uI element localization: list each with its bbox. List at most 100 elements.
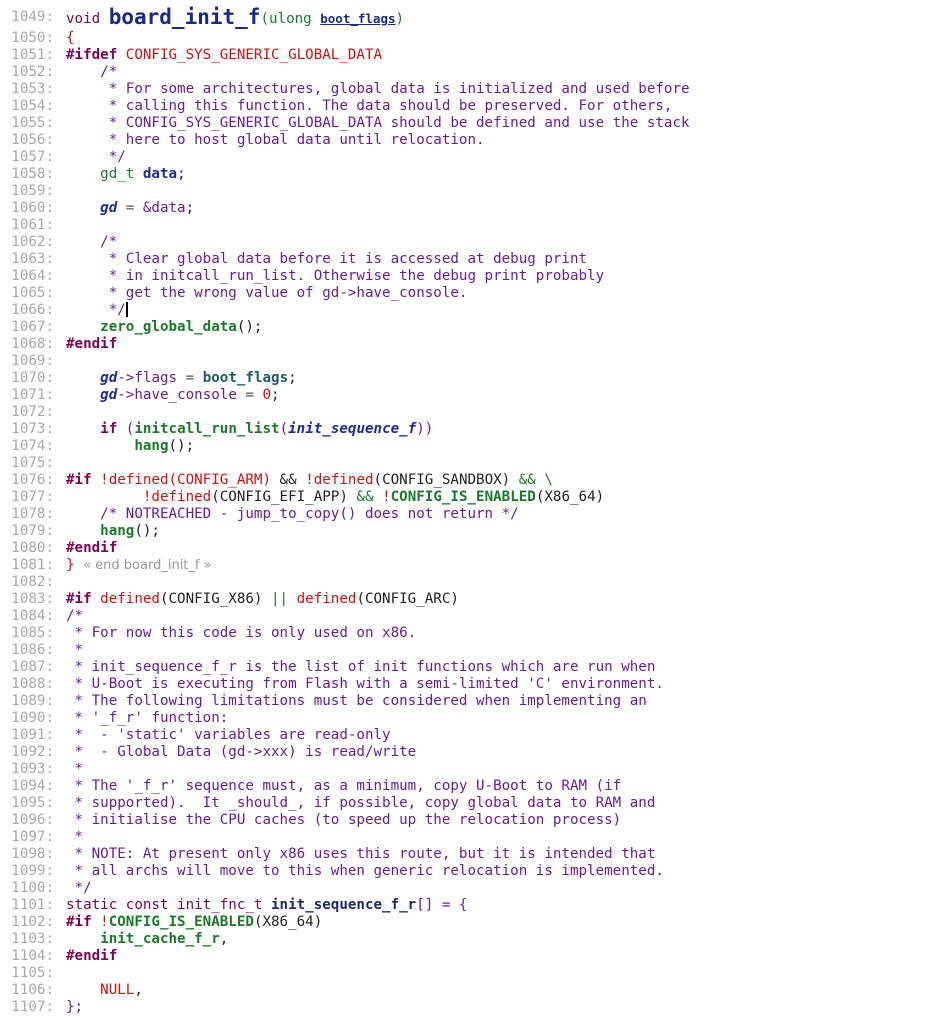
code-text[interactable]: static const init_fnc_t init_sequence_f_… bbox=[66, 897, 467, 914]
code-text[interactable]: zero_global_data(); bbox=[66, 319, 262, 336]
comment-text[interactable]: /* bbox=[66, 608, 83, 625]
code-line[interactable]: 1064: * in initcall_run_list. Otherwise … bbox=[0, 268, 929, 285]
code-line[interactable]: 1069: bbox=[0, 353, 929, 370]
comment-text[interactable]: /* bbox=[66, 234, 117, 251]
code-text[interactable]: #if !CONFIG_IS_ENABLED(X86_64) bbox=[66, 914, 322, 931]
comment-text[interactable]: */ bbox=[66, 149, 126, 166]
code-line[interactable]: 1058: gd_t data; bbox=[0, 166, 929, 183]
comment-text[interactable]: * - Global Data (gd->xxx) is read/write bbox=[66, 744, 417, 761]
comment-text[interactable]: * NOTE: At present only x86 uses this ro… bbox=[66, 846, 656, 863]
comment-text[interactable]: * here to host global data until relocat… bbox=[66, 132, 485, 149]
comment-text[interactable]: * The following limitations must be cons… bbox=[66, 693, 647, 710]
comment-text[interactable]: * CONFIG_SYS_GENERIC_GLOBAL_DATA should … bbox=[66, 115, 690, 132]
comment-text[interactable]: * supported). It _should_, if possible, … bbox=[66, 795, 656, 812]
code-line[interactable]: 1104: #endif bbox=[0, 948, 929, 965]
code-line[interactable]: 1061: bbox=[0, 217, 929, 234]
code-text[interactable]: gd->flags = boot_flags; bbox=[66, 370, 297, 387]
code-text[interactable]: #endif bbox=[66, 336, 117, 353]
code-text[interactable]: #if defined(CONFIG_X86) || defined(CONFI… bbox=[66, 591, 459, 608]
code-line[interactable]: 1066: */ bbox=[0, 302, 929, 319]
code-text[interactable]: #if !defined(CONFIG_ARM) && !defined(CON… bbox=[66, 472, 553, 489]
code-line[interactable]: 1055: * CONFIG_SYS_GENERIC_GLOBAL_DATA s… bbox=[0, 115, 929, 132]
code-line[interactable]: 1062: /* bbox=[0, 234, 929, 251]
code-line[interactable]: 1075: bbox=[0, 455, 929, 472]
comment-text[interactable]: * bbox=[66, 642, 84, 659]
code-line[interactable]: 1089: * The following limitations must b… bbox=[0, 693, 929, 710]
code-line[interactable]: 1063: * Clear global data before it is a… bbox=[0, 251, 929, 268]
comment-text[interactable]: * bbox=[66, 829, 84, 846]
code-line[interactable]: 1071: gd->have_console = 0; bbox=[0, 387, 929, 404]
comment-text[interactable]: * For some architectures, global data is… bbox=[66, 81, 690, 98]
comment-text[interactable]: * all archs will move to this when gener… bbox=[66, 863, 664, 880]
code-line[interactable]: 1081: } « end board_init_f » bbox=[0, 557, 929, 574]
code-line[interactable]: 1072: bbox=[0, 404, 929, 421]
parameter-name[interactable]: boot_flags bbox=[320, 11, 395, 26]
code-line[interactable]: 1096: * initialise the CPU caches (to sp… bbox=[0, 812, 929, 829]
code-text[interactable]: NULL, bbox=[66, 982, 143, 999]
code-text[interactable]: if (initcall_run_list(init_sequence_f)) bbox=[66, 421, 433, 438]
code-line[interactable]: 1086: * bbox=[0, 642, 929, 659]
code-line[interactable]: 1068: #endif bbox=[0, 336, 929, 353]
code-text[interactable]: gd = &data; bbox=[66, 200, 194, 217]
comment-text[interactable]: /* bbox=[66, 64, 117, 81]
code-line[interactable]: 1107: }; bbox=[0, 999, 929, 1016]
comment-text[interactable]: * The '_f_r' sequence must, as a minimum… bbox=[66, 778, 622, 795]
comment-text[interactable]: */ bbox=[66, 880, 92, 897]
code-line[interactable]: 1052: /* bbox=[0, 64, 929, 81]
code-line[interactable]: 1080: #endif bbox=[0, 540, 929, 557]
comment-text[interactable]: * U-Boot is executing from Flash with a … bbox=[66, 676, 664, 693]
code-line[interactable]: 1090: * '_f_r' function: bbox=[0, 710, 929, 727]
code-line[interactable]: 1059: bbox=[0, 183, 929, 200]
code-line[interactable]: 1053: * For some architectures, global d… bbox=[0, 81, 929, 98]
code-line[interactable]: 1092: * - Global Data (gd->xxx) is read/… bbox=[0, 744, 929, 761]
code-text[interactable]: #endif bbox=[66, 948, 117, 965]
comment-text[interactable]: * in initcall_run_list. Otherwise the de… bbox=[66, 268, 604, 285]
function-name[interactable]: board_init_f bbox=[109, 5, 261, 29]
code-text[interactable]: init_cache_f_r, bbox=[66, 931, 228, 948]
comment-text[interactable]: * get the wrong value of gd->have_consol… bbox=[66, 285, 468, 302]
code-line[interactable]: 1051: #ifdef CONFIG_SYS_GENERIC_GLOBAL_D… bbox=[0, 47, 929, 64]
code-line[interactable]: 1095: * supported). It _should_, if poss… bbox=[0, 795, 929, 812]
comment-text[interactable]: * - 'static' variables are read-only bbox=[66, 727, 391, 744]
code-line[interactable]: 1049: void board_init_f(ulong boot_flags… bbox=[0, 5, 929, 29]
code-line[interactable]: 1076: #if !defined(CONFIG_ARM) && !defin… bbox=[0, 472, 929, 489]
code-line[interactable]: 1098: * NOTE: At present only x86 uses t… bbox=[0, 846, 929, 863]
code-text[interactable]: void board_init_f(ulong boot_flags) bbox=[66, 5, 404, 31]
code-line[interactable]: 1100: */ bbox=[0, 880, 929, 897]
code-line[interactable]: 1077: !defined(CONFIG_EFI_APP) && !CONFI… bbox=[0, 489, 929, 506]
fold-marker[interactable]: « end board_init_f » bbox=[83, 558, 211, 573]
code-line[interactable]: 1079: hang(); bbox=[0, 523, 929, 540]
code-line[interactable]: 1057: */ bbox=[0, 149, 929, 166]
code-line[interactable]: 1078: /* NOTREACHED - jump_to_copy() doe… bbox=[0, 506, 929, 523]
code-line[interactable]: 1050: { bbox=[0, 30, 929, 47]
code-line[interactable]: 1093: * bbox=[0, 761, 929, 778]
code-text[interactable]: gd->have_console = 0; bbox=[66, 387, 279, 404]
code-line[interactable]: 1101: static const init_fnc_t init_seque… bbox=[0, 897, 929, 914]
comment-text[interactable]: * bbox=[66, 761, 84, 778]
code-line[interactable]: 1097: * bbox=[0, 829, 929, 846]
code-text[interactable]: #ifdef CONFIG_SYS_GENERIC_GLOBAL_DATA bbox=[66, 47, 382, 64]
comment-text[interactable]: * Clear global data before it is accesse… bbox=[66, 251, 587, 268]
comment-text[interactable]: * '_f_r' function: bbox=[66, 710, 229, 727]
code-line[interactable]: 1094: * The '_f_r' sequence must, as a m… bbox=[0, 778, 929, 795]
code-line[interactable]: 1105: bbox=[0, 965, 929, 982]
code-line[interactable]: 1103: init_cache_f_r, bbox=[0, 931, 929, 948]
code-line[interactable]: 1099: * all archs will move to this when… bbox=[0, 863, 929, 880]
code-text[interactable]: } « end board_init_f » bbox=[66, 557, 212, 574]
code-text[interactable]: { bbox=[66, 30, 75, 47]
code-line[interactable]: 1088: * U-Boot is executing from Flash w… bbox=[0, 676, 929, 693]
comment-text[interactable]: * initialise the CPU caches (to speed up… bbox=[66, 812, 622, 829]
code-line[interactable]: 1073: if (initcall_run_list(init_sequenc… bbox=[0, 421, 929, 438]
code-line[interactable]: 1054: * calling this function. The data … bbox=[0, 98, 929, 115]
code-line[interactable]: 1083: #if defined(CONFIG_X86) || defined… bbox=[0, 591, 929, 608]
code-line[interactable]: 1085: * For now this code is only used o… bbox=[0, 625, 929, 642]
code-line[interactable]: 1056: * here to host global data until r… bbox=[0, 132, 929, 149]
code-line[interactable]: 1084: /* bbox=[0, 608, 929, 625]
code-text[interactable]: hang(); bbox=[66, 438, 194, 455]
code-line[interactable]: 1067: zero_global_data(); bbox=[0, 319, 929, 336]
code-line[interactable]: 1070: gd->flags = boot_flags; bbox=[0, 370, 929, 387]
code-line[interactable]: 1082: bbox=[0, 574, 929, 591]
code-text[interactable]: gd_t data; bbox=[66, 166, 185, 183]
code-line[interactable]: 1106: NULL, bbox=[0, 982, 929, 999]
code-text[interactable]: !defined(CONFIG_EFI_APP) && !CONFIG_IS_E… bbox=[66, 489, 604, 506]
